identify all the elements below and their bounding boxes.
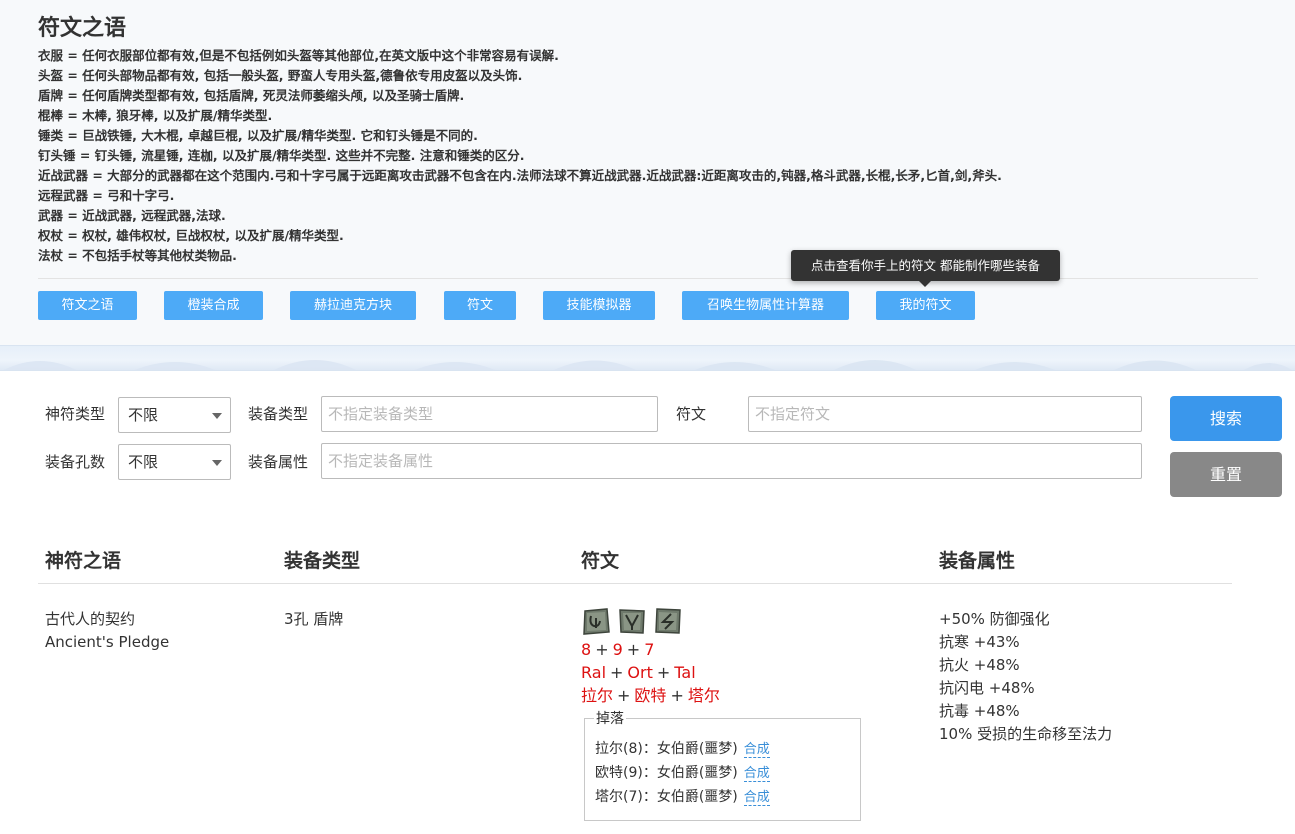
equip-type-value: 3孔 盾牌 xyxy=(284,610,344,628)
property-line: +50% 防御强化 xyxy=(939,610,1050,628)
equip-type-label: 装备类型 xyxy=(248,405,309,423)
chevron-down-icon xyxy=(212,460,222,466)
band-pattern-icon xyxy=(4,360,1292,370)
rune-numbers: 8 +9 +7 xyxy=(581,638,654,662)
definition-item: 权杖 = 权杖, 雄伟权杖, 巨战权杖, 以及扩展/精华类型. xyxy=(38,228,344,243)
plus-sign: + xyxy=(595,640,609,659)
nav-button-runewords[interactable]: 符文之语 xyxy=(38,291,137,320)
column-header-equip-type: 装备类型 xyxy=(284,550,361,572)
decorative-band xyxy=(0,345,1295,371)
drop-text: 拉尔(8)：女伯爵(噩梦) xyxy=(595,741,738,757)
nav-button-skill-simulator[interactable]: 技能模拟器 xyxy=(543,291,655,320)
craft-link[interactable]: 合成 xyxy=(743,790,770,806)
sockets-value: 不限 xyxy=(128,453,159,471)
property-line: 抗火 +48% xyxy=(939,656,1020,674)
definition-item: 钉头锤 = 钉头锤, 流星锤, 连枷, 以及扩展/精华类型. 这些并不完整. 注… xyxy=(38,148,525,163)
property-line: 抗寒 +43% xyxy=(939,633,1020,651)
property-line: 抗闪电 +48% xyxy=(939,679,1035,697)
definition-item: 盾牌 = 任何盾牌类型都有效, 包括盾牌, 死灵法师萎缩头颅, 以及圣骑士盾牌. xyxy=(38,88,465,103)
drop-text: 欧特(9)：女伯爵(噩梦) xyxy=(595,765,738,781)
drop-row: 欧特(9)：女伯爵(噩梦) 合成 xyxy=(595,761,770,786)
column-header-runeword: 神符之语 xyxy=(45,550,122,572)
search-button[interactable]: 搜索 xyxy=(1170,396,1282,441)
definition-item: 头盔 = 任何头部物品都有效, 包括一般头盔, 野蛮人专用头盔,德鲁依专用皮盔以… xyxy=(38,68,523,83)
sockets-label: 装备孔数 xyxy=(45,453,106,471)
drop-row: 塔尔(7)：女伯爵(噩梦) 合成 xyxy=(595,785,770,810)
rune-ort-icon xyxy=(619,609,645,634)
drop-row: 拉尔(8)：女伯爵(噩梦) 合成 xyxy=(595,737,770,762)
drop-title: 掉落 xyxy=(594,710,626,728)
rune-name-en: Ort xyxy=(627,663,653,682)
rune-number: 9 xyxy=(612,640,623,659)
rune-name-cn: 欧特 xyxy=(634,686,667,705)
page-header: 符文之语 衣服 = 任何衣服部位都有效,但是不包括例如头盔等其他部位,在英文版中… xyxy=(0,0,1295,345)
rune-label: 符文 xyxy=(676,405,707,423)
reset-button[interactable]: 重置 xyxy=(1170,452,1282,497)
page-title: 符文之语 xyxy=(38,16,127,41)
column-header-properties: 装备属性 xyxy=(939,550,1016,572)
plus-sign: + xyxy=(670,686,684,705)
definition-item: 远程武器 = 弓和十字弓. xyxy=(38,188,175,203)
nav-button-my-runes[interactable]: 我的符文 xyxy=(876,291,975,320)
table-divider xyxy=(38,583,1232,584)
definition-item: 武器 = 近战武器, 远程武器,法球. xyxy=(38,208,226,223)
plus-sign: + xyxy=(656,663,671,682)
my-runes-tooltip: 点击查看你手上的符文 都能制作哪些装备 xyxy=(791,250,1060,287)
property-line: 抗毒 +48% xyxy=(939,702,1020,720)
rune-tal-icon xyxy=(655,608,681,634)
rune-type-select[interactable]: 不限 xyxy=(118,397,231,433)
nav-button-horadric-cube[interactable]: 赫拉迪克方块 xyxy=(290,291,416,320)
chevron-down-icon xyxy=(212,413,222,419)
column-header-runes: 符文 xyxy=(581,550,620,572)
definition-item: 近战武器 = 大部分的武器都在这个范围内.弓和十字弓属于远距离攻击武器不包含在内… xyxy=(38,168,1002,183)
rune-number: 7 xyxy=(644,640,655,659)
drop-text: 塔尔(7)：女伯爵(噩梦) xyxy=(595,789,738,805)
plus-sign: + xyxy=(617,686,631,705)
equip-prop-input[interactable] xyxy=(321,443,1142,479)
rune-name-en: Tal xyxy=(674,663,696,682)
rune-icons xyxy=(581,606,684,636)
plus-sign: + xyxy=(626,640,641,659)
rune-names-cn: 拉尔 + 欧特 + 塔尔 xyxy=(581,684,720,708)
header-divider xyxy=(38,278,1258,279)
runeword-name-en: Ancient's Pledge xyxy=(45,633,170,651)
rune-name-cn: 塔尔 xyxy=(687,686,720,705)
nav-button-orange-crafting[interactable]: 橙装合成 xyxy=(164,291,263,320)
definition-item: 棍棒 = 木棒, 狼牙棒, 以及扩展/精华类型. xyxy=(38,108,273,123)
equip-prop-label: 装备属性 xyxy=(248,453,309,471)
rune-ral-icon xyxy=(583,608,610,635)
rune-input[interactable] xyxy=(748,396,1142,432)
nav-button-runes[interactable]: 符文 xyxy=(444,291,516,320)
definition-item: 锤类 = 巨战铁锤, 大木棍, 卓越巨棍, 以及扩展/精华类型. 它和钉头锤是不… xyxy=(38,128,478,143)
definition-item: 衣服 = 任何衣服部位都有效,但是不包括例如头盔等其他部位,在英文版中这个非常容… xyxy=(38,48,559,63)
definitions-list: 衣服 = 任何衣服部位都有效,但是不包括例如头盔等其他部位,在英文版中这个非常容… xyxy=(38,46,1258,266)
equip-type-input[interactable] xyxy=(321,396,658,432)
craft-link[interactable]: 合成 xyxy=(743,742,770,758)
rune-name-cn: 拉尔 xyxy=(581,686,614,705)
rune-number: 8 xyxy=(581,640,592,659)
sockets-select[interactable]: 不限 xyxy=(118,444,231,480)
nav-button-summon-calculator[interactable]: 召唤生物属性计算器 xyxy=(682,291,849,320)
definition-item: 法杖 = 不包括手杖等其他杖类物品. xyxy=(38,248,237,263)
plus-sign: + xyxy=(610,663,624,682)
rune-type-value: 不限 xyxy=(128,406,159,424)
rune-names-en: Ral + Ort + Tal xyxy=(581,661,696,685)
rune-name-en: Ral xyxy=(581,663,607,682)
property-line: 10% 受损的生命移至法力 xyxy=(939,725,1113,743)
runeword-name-cn: 古代人的契约 xyxy=(45,610,136,628)
craft-link[interactable]: 合成 xyxy=(743,766,770,782)
rune-type-label: 神符类型 xyxy=(45,405,106,423)
